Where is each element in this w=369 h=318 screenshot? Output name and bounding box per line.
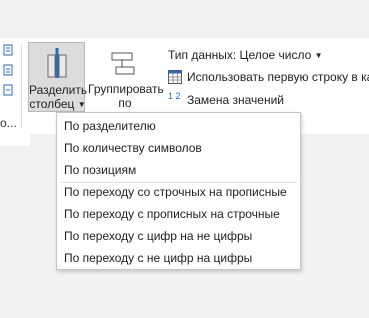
table-header-icon <box>168 70 182 84</box>
menu-item-lower-to-upper[interactable]: По переходу со строчных на прописные <box>58 181 299 203</box>
menu-item-upper-to-lower[interactable]: По переходу с прописных на строчные <box>58 203 299 225</box>
menu-item-by-positions[interactable]: По позициям <box>58 159 299 181</box>
group-by-icon <box>111 52 135 75</box>
menu-item-nondigit-to-digit[interactable]: По переходу с не цифр на цифры <box>58 247 299 269</box>
sort-desc-icon[interactable] <box>3 64 13 76</box>
data-type-dropdown[interactable]: Тип данных: Целое число ▼ <box>168 46 323 64</box>
split-column-icon <box>47 48 67 78</box>
group-by-label-2: по <box>118 96 132 110</box>
split-column-label-1: Разделить <box>29 83 88 97</box>
menu-item-digit-to-nondigit[interactable]: По переходу с цифр на не цифры <box>58 225 299 247</box>
group-by-button[interactable]: Группировать по <box>88 42 164 112</box>
data-type-label: Тип данных: Целое число <box>168 48 312 62</box>
replace-values-label: Замена значений <box>187 93 284 107</box>
split-column-menu: По разделителю По количеству символов По… <box>56 112 301 270</box>
group-label-truncated: о... <box>0 116 17 130</box>
sort-asc-icon[interactable] <box>3 44 13 56</box>
left-truncated-group: о... <box>0 40 20 130</box>
query-panel-edge <box>0 134 30 146</box>
split-column-button[interactable]: Разделить столбец ▼ <box>28 42 88 112</box>
menu-item-by-delimiter[interactable]: По разделителю <box>58 115 299 137</box>
split-column-label-2: столбец ▼ <box>29 97 86 111</box>
title-strip <box>0 0 369 38</box>
chevron-down-icon: ▼ <box>314 51 323 60</box>
any-column-commands: Тип данных: Целое число ▼ Использовать п… <box>168 46 369 116</box>
group-by-label-1: Группировать <box>88 82 164 96</box>
ribbon-separator <box>21 44 22 128</box>
chevron-down-icon: ▼ <box>77 100 86 109</box>
replace-values-icon: 1 2 <box>168 91 181 101</box>
menu-item-by-number-of-chars[interactable]: По количеству символов <box>58 137 299 159</box>
use-first-row-label: Использовать первую строку в кач <box>187 70 369 84</box>
transform-icon[interactable] <box>3 84 13 96</box>
